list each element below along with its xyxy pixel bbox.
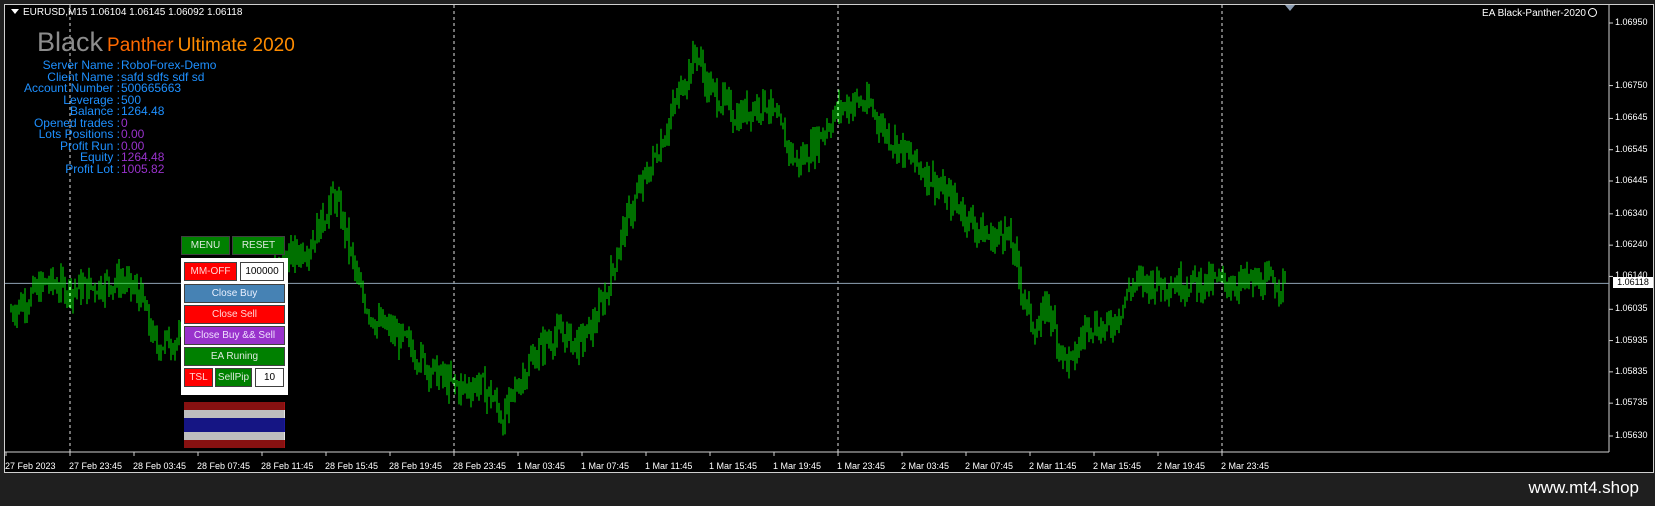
price-tick-label: 1.06750	[1615, 79, 1648, 90]
time-tick-label: 27 Feb 23:45	[69, 461, 123, 471]
info-row: Profit Lot :1005.82	[5, 163, 305, 175]
footer-url[interactable]: www.mt4.shop	[1528, 478, 1639, 498]
sellpip-button[interactable]: SellPip	[215, 368, 252, 387]
time-tick-label: 1 Mar 15:45	[709, 461, 758, 471]
chart-shift-marker-icon[interactable]	[1285, 5, 1295, 11]
thailand-flag-icon	[184, 402, 285, 448]
ea-logo: Black Panther Ultimate 2020	[37, 27, 295, 58]
logo-word-panther: Panther	[107, 35, 174, 56]
time-tick-label: 1 Mar 23:45	[837, 461, 886, 471]
time-tick-label: 28 Feb 07:45	[197, 461, 251, 471]
price-tick-label: 1.05735	[1615, 397, 1648, 408]
time-tick-label: 1 Mar 19:45	[773, 461, 822, 471]
current-price-label: 1.06118	[1613, 277, 1653, 289]
chart-window[interactable]: EURUSD,M15 1.06104 1.06145 1.06092 1.061…	[4, 4, 1654, 473]
ea-running-button[interactable]: EA Runing	[184, 347, 285, 366]
close-buy-sell-button[interactable]: Close Buy && Sell	[184, 326, 285, 345]
menu-button[interactable]: MENU	[181, 236, 230, 255]
close-buy-button[interactable]: Close Buy	[184, 284, 285, 303]
time-tick-label: 2 Mar 03:45	[901, 461, 950, 471]
time-tick-label: 28 Feb 11:45	[261, 461, 314, 471]
pip-value-input[interactable]: 10	[255, 368, 284, 387]
time-tick-label: 1 Mar 03:45	[517, 461, 566, 471]
time-tick-label: 28 Feb 15:45	[325, 461, 379, 471]
mm-value-input[interactable]: 100000	[240, 262, 284, 281]
time-tick-label: 1 Mar 07:45	[581, 461, 630, 471]
price-tick-label: 1.06645	[1615, 112, 1648, 123]
ea-name: EA Black-Panther-2020	[1482, 8, 1586, 19]
symbol-quote: EURUSD,M15 1.06104 1.06145 1.06092 1.061…	[23, 7, 243, 18]
symbol-header: EURUSD,M15 1.06104 1.06145 1.06092 1.061…	[11, 7, 242, 18]
logo-word-ultimate: Ultimate 2020	[177, 35, 295, 56]
price-tick-label: 1.06340	[1615, 207, 1648, 218]
time-tick-label: 2 Mar 23:45	[1221, 461, 1270, 471]
info-value: 1005.82	[121, 161, 165, 176]
time-tick-label: 28 Feb 19:45	[389, 461, 443, 471]
tsl-button[interactable]: TSL	[184, 368, 213, 387]
time-tick-label: 2 Mar 11:45	[1029, 461, 1077, 471]
time-tick-label: 28 Feb 23:45	[453, 461, 507, 471]
time-tick-label: 2 Mar 19:45	[1157, 461, 1206, 471]
info-row: Lots Positions :0.00	[5, 128, 305, 140]
dropdown-triangle-icon[interactable]	[11, 9, 19, 14]
info-label: Profit Lot :	[65, 161, 120, 176]
price-tick-label: 1.06035	[1615, 303, 1648, 314]
ea-label: EA Black-Panther-2020	[1482, 8, 1597, 19]
smiley-icon	[1588, 8, 1597, 17]
time-tick-label: 27 Feb 2023	[5, 461, 56, 471]
mm-off-button[interactable]: MM-OFF	[184, 262, 237, 281]
logo-word-black: Black	[37, 27, 104, 57]
price-tick-label: 1.05630	[1615, 430, 1648, 440]
close-sell-button[interactable]: Close Sell	[184, 305, 285, 324]
time-tick-label: 1 Mar 11:45	[645, 461, 693, 471]
price-tick-label: 1.06240	[1615, 239, 1648, 250]
price-tick-label: 1.05935	[1615, 334, 1648, 345]
time-tick-label: 28 Feb 03:45	[133, 461, 187, 471]
price-tick-label: 1.06950	[1615, 17, 1648, 27]
price-tick-label: 1.05835	[1615, 365, 1648, 376]
reset-button[interactable]: RESET	[232, 236, 285, 255]
price-tick-label: 1.06445	[1615, 175, 1648, 185]
time-tick-label: 2 Mar 15:45	[1093, 461, 1142, 471]
time-tick-label: 2 Mar 07:45	[965, 461, 1014, 471]
price-tick-label: 1.06545	[1615, 143, 1648, 154]
info-row: Account Number :500665663	[5, 82, 305, 94]
